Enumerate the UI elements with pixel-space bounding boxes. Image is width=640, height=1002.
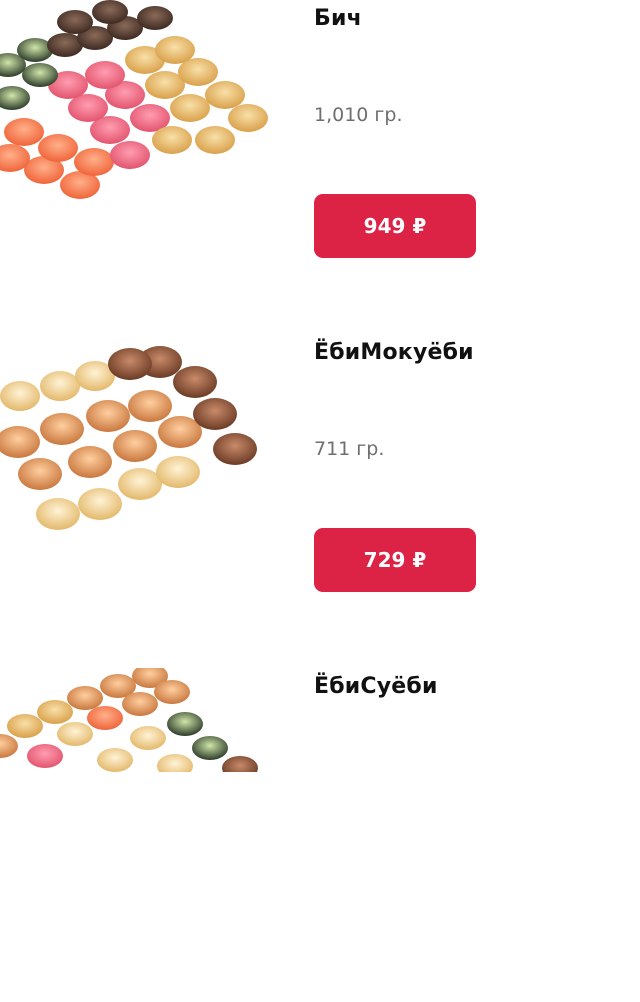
product-image[interactable] (0, 334, 290, 668)
product-title[interactable]: ЁбиСуёби (314, 674, 438, 699)
product-card: ЁбиМокуёби 711 гр. 729 ₽ (0, 334, 640, 668)
sushi-set-ebisuebi (0, 668, 258, 772)
product-weight: 711 гр. (314, 438, 385, 460)
price-button[interactable]: 949 ₽ (314, 194, 476, 258)
product-card: ЁбиСуёби (0, 668, 640, 1002)
product-title[interactable]: ЁбиМокуёби (314, 340, 474, 365)
product-image[interactable] (0, 0, 290, 334)
product-weight: 1,010 гр. (314, 104, 403, 126)
product-title[interactable]: Бич (314, 6, 362, 31)
price-button[interactable]: 729 ₽ (314, 528, 476, 592)
product-card: Бич 1,010 гр. 949 ₽ (0, 0, 640, 334)
sushi-set-ebimokuebi (0, 346, 257, 530)
sushi-set-bich (0, 0, 268, 199)
product-image[interactable] (0, 668, 290, 1002)
